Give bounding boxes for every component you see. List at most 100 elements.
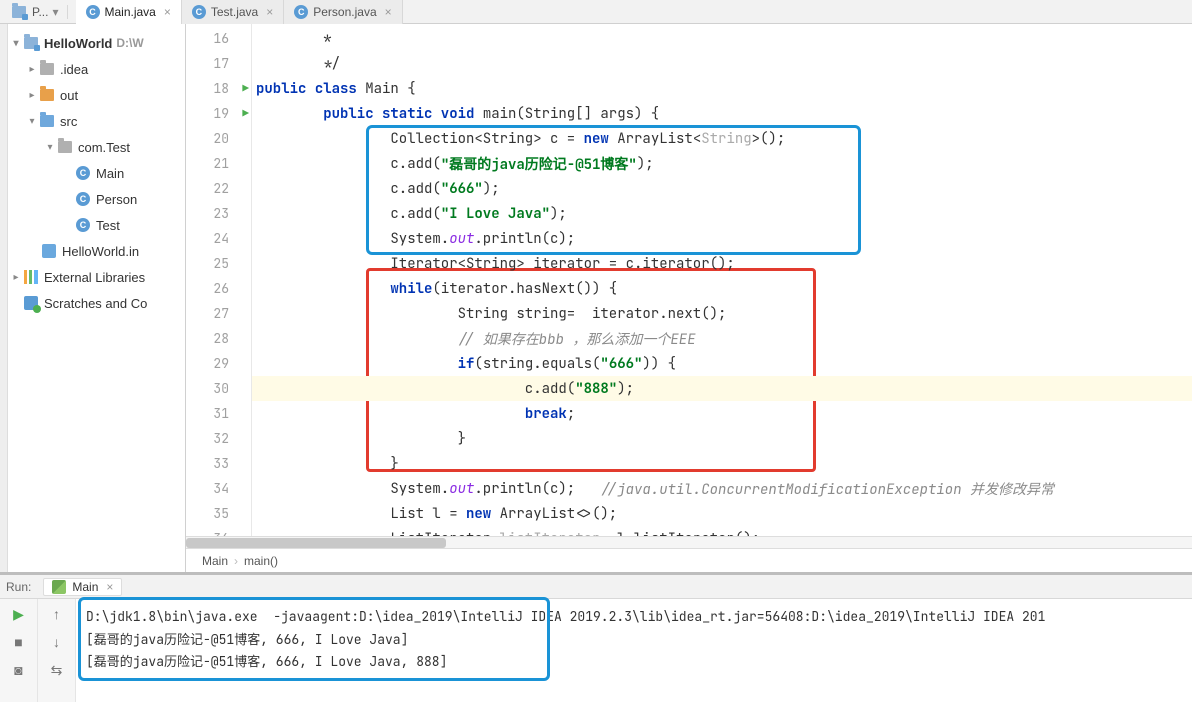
up-arrow-icon[interactable]: ↑ xyxy=(48,605,66,623)
tree-class-test[interactable]: C Test xyxy=(8,212,185,238)
code-line[interactable]: */ xyxy=(252,51,1192,76)
project-tool-tab[interactable]: P... ▾ xyxy=(4,5,68,19)
tree-src[interactable]: ▾ src xyxy=(8,108,185,134)
close-icon[interactable]: × xyxy=(164,5,171,19)
line-number[interactable]: 25 xyxy=(186,251,251,276)
line-number[interactable]: 30 xyxy=(186,376,251,401)
line-number[interactable]: 36 xyxy=(186,526,251,536)
code-line[interactable]: Iterator<String> iterator = c.iterator()… xyxy=(252,251,1192,276)
class-icon: C xyxy=(76,166,90,180)
line-number[interactable]: 33 xyxy=(186,451,251,476)
project-tree[interactable]: ▾ HelloWorld D:\W ▸ .idea ▸ out ▾ src xyxy=(8,24,186,572)
code-line[interactable]: c.add("磊哥的java历险记-@51博客"); xyxy=(252,151,1192,176)
stop-button[interactable]: ■ xyxy=(10,633,28,651)
code-line[interactable]: c.add("666"); xyxy=(252,176,1192,201)
code-line[interactable]: } xyxy=(252,426,1192,451)
tree-class-main[interactable]: C Main xyxy=(8,160,185,186)
tree-class-person[interactable]: C Person xyxy=(8,186,185,212)
line-number[interactable]: 19▶ xyxy=(186,101,251,126)
run-gutter-icon[interactable]: ▶ xyxy=(242,82,249,96)
chevron-down-icon[interactable]: ▾ xyxy=(26,116,38,127)
class-icon: C xyxy=(294,5,308,19)
breadcrumb-method[interactable]: main() xyxy=(244,554,278,568)
code-line[interactable]: while(iterator.hasNext()) { xyxy=(252,276,1192,301)
tree-root[interactable]: ▾ HelloWorld D:\W xyxy=(8,30,185,56)
line-number[interactable]: 20 xyxy=(186,126,251,151)
down-arrow-icon[interactable]: ↓ xyxy=(48,633,66,651)
horizontal-scrollbar[interactable] xyxy=(186,536,1192,548)
code-line[interactable]: public static void main(String[] args) { xyxy=(252,101,1192,126)
iml-icon xyxy=(42,244,56,258)
line-number[interactable]: 35 xyxy=(186,501,251,526)
tree-idea[interactable]: ▸ .idea xyxy=(8,56,185,82)
code-line[interactable]: Collection<String> c = new ArrayList<Str… xyxy=(252,126,1192,151)
run-gutter-icon[interactable]: ▶ xyxy=(242,107,249,121)
console-output[interactable]: D:\jdk1.8\bin\java.exe -javaagent:D:\ide… xyxy=(76,599,1192,702)
chevron-right-icon[interactable]: ▸ xyxy=(26,64,38,75)
run-toolbar-left: ▶ ■ ◙ xyxy=(0,599,38,702)
line-number[interactable]: 16 xyxy=(186,26,251,51)
tree-ext-libs[interactable]: ▸ External Libraries xyxy=(8,264,185,290)
camera-icon[interactable]: ◙ xyxy=(10,661,28,679)
tree-label: out xyxy=(60,88,78,103)
tree-label: Scratches and Co xyxy=(44,296,147,311)
code-line[interactable]: break; xyxy=(252,401,1192,426)
line-number[interactable]: 28 xyxy=(186,326,251,351)
close-icon[interactable]: × xyxy=(266,5,273,19)
chevron-right-icon[interactable]: ▸ xyxy=(26,90,38,101)
code-line[interactable]: System.out.println(c); //java.util.Concu… xyxy=(252,476,1192,501)
line-number[interactable]: 26 xyxy=(186,276,251,301)
line-number[interactable]: 27 xyxy=(186,301,251,326)
tree-iml[interactable]: HelloWorld.in xyxy=(8,238,185,264)
chevron-right-icon[interactable]: ▸ xyxy=(10,272,22,283)
code-line[interactable]: List l = new ArrayList<>(); xyxy=(252,501,1192,526)
line-number[interactable]: 31 xyxy=(186,401,251,426)
rerun-button[interactable]: ▶ xyxy=(10,605,28,623)
tree-label: Main xyxy=(96,166,124,181)
line-number[interactable]: 34 xyxy=(186,476,251,501)
line-number[interactable]: 29 xyxy=(186,351,251,376)
wrap-icon[interactable]: ⇆ xyxy=(48,661,66,679)
chevron-down-icon[interactable]: ▾ xyxy=(44,142,56,153)
scrollbar-thumb[interactable] xyxy=(186,538,446,548)
file-tab[interactable]: CPerson.java× xyxy=(284,0,402,24)
code-line[interactable]: c.add("I Love Java"); xyxy=(252,201,1192,226)
tree-scratches[interactable]: Scratches and Co xyxy=(8,290,185,316)
file-tab[interactable]: CMain.java× xyxy=(76,0,182,24)
run-config-tab[interactable]: Main × xyxy=(43,578,122,596)
line-number[interactable]: 32 xyxy=(186,426,251,451)
tree-root-path: D:\W xyxy=(116,36,143,50)
line-number[interactable]: 24 xyxy=(186,226,251,251)
line-number[interactable]: 22 xyxy=(186,176,251,201)
line-gutter[interactable]: 161718▶19▶202122232425262728293031323334… xyxy=(186,24,252,536)
line-number[interactable]: 23 xyxy=(186,201,251,226)
tree-label: External Libraries xyxy=(44,270,145,285)
code-line[interactable]: public class Main { xyxy=(252,76,1192,101)
line-number[interactable]: 21 xyxy=(186,151,251,176)
code-line[interactable]: String string= iterator.next(); xyxy=(252,301,1192,326)
tree-package[interactable]: ▾ com.Test xyxy=(8,134,185,160)
file-tab-label: Test.java xyxy=(211,5,258,19)
code-area[interactable]: 161718▶19▶202122232425262728293031323334… xyxy=(186,24,1192,536)
tree-label: Person xyxy=(96,192,137,207)
code-line[interactable]: * xyxy=(252,26,1192,51)
chevron-down-icon[interactable]: ▾ xyxy=(10,38,22,49)
breadcrumb-class[interactable]: Main xyxy=(202,554,228,568)
line-number[interactable]: 17 xyxy=(186,51,251,76)
close-icon[interactable]: × xyxy=(106,580,113,594)
line-number[interactable]: 18▶ xyxy=(186,76,251,101)
project-icon xyxy=(12,6,26,18)
code-line[interactable]: c.add("888"); xyxy=(252,376,1192,401)
code-line[interactable]: // 如果存在bbb ，那么添加一个EEE xyxy=(252,326,1192,351)
code-line[interactable]: } xyxy=(252,451,1192,476)
code-line[interactable]: if(string.equals("666")) { xyxy=(252,351,1192,376)
code-body[interactable]: * */public class Main { public static vo… xyxy=(252,24,1192,536)
folder-icon xyxy=(40,115,54,127)
left-rail[interactable] xyxy=(0,24,8,572)
code-line[interactable]: System.out.println(c); xyxy=(252,226,1192,251)
code-line[interactable]: ListIterator listIterator= l.listIterato… xyxy=(252,526,1192,536)
file-tab[interactable]: CTest.java× xyxy=(182,0,284,24)
close-icon[interactable]: × xyxy=(385,5,392,19)
breadcrumb[interactable]: Main › main() xyxy=(186,548,1192,572)
tree-out[interactable]: ▸ out xyxy=(8,82,185,108)
